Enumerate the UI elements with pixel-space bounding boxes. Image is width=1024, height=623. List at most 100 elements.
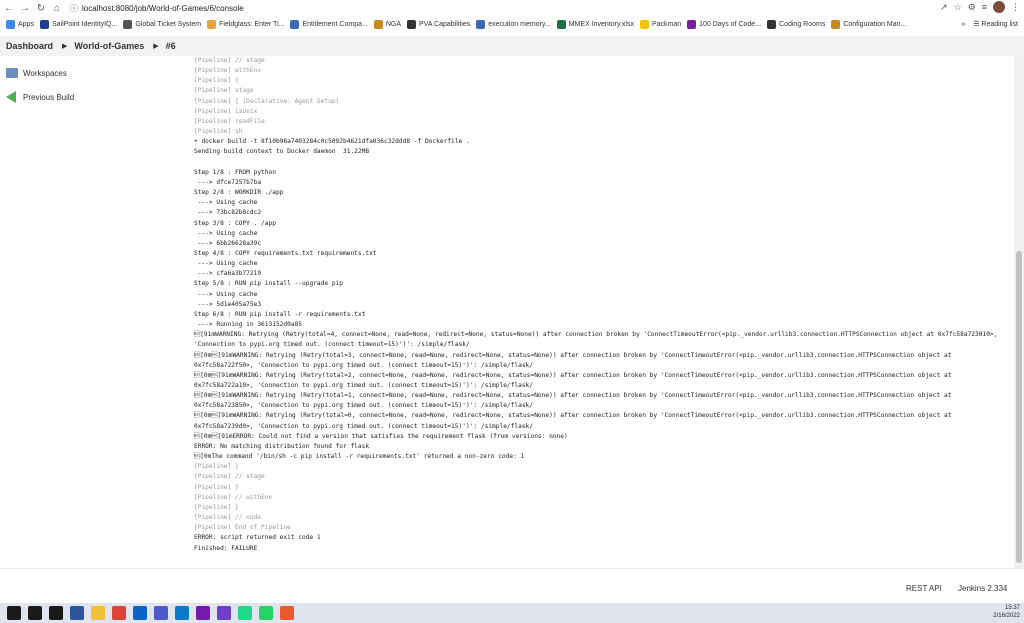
console-line: ---> Using cache — [194, 290, 258, 298]
bookmark-item[interactable]: Global Ticket System — [123, 19, 201, 29]
clock-date: 2/16/2022 — [993, 613, 1020, 619]
console-line[interactable]: [Pipeline] // stage — [194, 472, 1010, 482]
bookmark-label: MMEX Inventory.xlsx — [568, 20, 634, 28]
chrome-icon[interactable] — [112, 606, 126, 620]
bookmark-label: PVA Capabilities — [419, 20, 471, 28]
bookmark-favicon-icon — [556, 19, 566, 29]
console-line: ERROR: No matching distribution found fo… — [194, 442, 370, 450]
console-line: [0m[91mWARNING: Retrying (Retry(total=… — [194, 392, 952, 400]
bookmark-item[interactable]: Coding Rooms — [767, 19, 826, 29]
menu-icon[interactable]: ⋮ — [1011, 2, 1020, 13]
bookmark-item[interactable]: execution memory... — [476, 19, 551, 29]
github-icon[interactable] — [217, 606, 231, 620]
console-line[interactable]: [Pipeline] } — [194, 483, 1010, 493]
chevron-right-icon: ▶ — [153, 43, 159, 50]
address-bar[interactable]: ⓘ localhost:8080/job/World-of-Games/6/co… — [70, 1, 950, 15]
breadcrumb-job[interactable]: World-of-Games — [74, 41, 144, 51]
app-orange-icon[interactable] — [280, 606, 294, 620]
bookmark-item[interactable]: 100 Days of Code... — [687, 19, 761, 29]
star-icon[interactable]: ☆ — [954, 2, 962, 13]
console-line[interactable]: [Pipeline] // node — [194, 513, 1010, 523]
onenote-icon[interactable] — [196, 606, 210, 620]
bookmarks-more-button[interactable]: » — [961, 21, 965, 28]
taskbar-clock[interactable]: 15:37 2/16/2022 — [993, 604, 1020, 620]
info-icon[interactable]: ⓘ — [70, 3, 78, 14]
reading-list-button[interactable]: ☰ Reading list — [973, 20, 1018, 28]
file-explorer-icon[interactable] — [91, 606, 105, 620]
task-view-icon[interactable] — [49, 606, 63, 620]
bookmark-item[interactable]: Entitlement Compa... — [290, 19, 368, 29]
console-line: ---> 5d1e405a75e3 — [194, 300, 262, 308]
console-line: + docker build -t 8f10b98a7403284c0c5092… — [194, 138, 470, 146]
extensions-icon[interactable]: ⚙ — [968, 2, 976, 13]
console-line[interactable]: [Pipeline] readFile — [194, 117, 1010, 127]
console-output: [Pipeline] // stage [Pipeline] withEnv [Pi… — [194, 56, 1010, 568]
console-line: ---> cfa6a3b77219 — [194, 270, 262, 278]
console-line: [0m[91mWARNING: Retrying (Retry(total=… — [194, 351, 952, 359]
windows-start-icon[interactable] — [7, 606, 21, 620]
console-line: Step 3/8 : COPY . /app — [194, 219, 276, 227]
console-line: ERROR: script returned exit code 1 — [194, 534, 321, 542]
breadcrumb-build[interactable]: #6 — [166, 41, 176, 51]
console-line: Finished: FAILURE — [194, 544, 258, 552]
bookmark-item[interactable]: SailPoint IdentityIQ... — [39, 19, 117, 29]
console-line[interactable]: [Pipeline] { (Declarative: Agent Setup) — [194, 97, 1010, 107]
bookmark-item[interactable]: Fieldglass: Enter Ti... — [207, 19, 284, 29]
console-line[interactable]: [Pipeline] End of Pipeline — [194, 523, 1010, 533]
side-panel: Workspaces Previous Build — [0, 56, 180, 568]
browser-actions: ↗ ☆ ⚙ ≡ ⋮ — [940, 1, 1020, 13]
profile-avatar[interactable] — [993, 1, 1005, 13]
jenkins-version-link[interactable]: Jenkins 2.334 — [958, 584, 1007, 593]
console-line[interactable]: [Pipeline] } — [194, 503, 1010, 513]
windows-taskbar: 15:37 2/16/2022 — [0, 603, 1024, 623]
back-arrow-icon[interactable]: ← — [2, 1, 16, 15]
bookmark-item[interactable]: MMEX Inventory.xlsx — [556, 19, 634, 29]
rest-api-link[interactable]: REST API — [906, 584, 942, 593]
console-line[interactable]: [Pipeline] { — [194, 76, 1010, 86]
console-line[interactable]: [Pipeline] sh — [194, 127, 1010, 137]
bookmark-favicon-icon — [407, 19, 416, 29]
app-icon[interactable] — [70, 606, 84, 620]
bookmark-favicon-icon — [639, 19, 649, 29]
bookmark-favicon-icon — [373, 19, 383, 29]
console-line[interactable]: [Pipeline] // withEnv — [194, 493, 1010, 503]
bookmark-item[interactable]: NGA — [373, 19, 401, 29]
forward-arrow-icon[interactable]: → — [18, 1, 32, 15]
console-line[interactable]: [Pipeline] // stage — [194, 56, 1010, 66]
bookmark-item[interactable]: Configuration Man... — [831, 19, 906, 29]
console-line[interactable]: [Pipeline] isUnix — [194, 107, 1010, 117]
search-icon[interactable] — [28, 606, 42, 620]
outlook-icon[interactable] — [133, 606, 147, 620]
pycharm-icon[interactable] — [238, 606, 252, 620]
console-line[interactable]: [Pipeline] } — [194, 462, 1010, 472]
bookmark-favicon-icon — [687, 19, 697, 29]
scrollbar[interactable] — [1014, 56, 1024, 568]
bookmark-label: Coding Rooms — [779, 20, 826, 28]
home-icon[interactable]: ⌂ — [50, 1, 64, 15]
queue-icon[interactable]: ≡ — [982, 2, 987, 12]
console-line: ---> Running in 3613152d0a85 — [194, 321, 303, 329]
whatsapp-icon[interactable] — [259, 606, 273, 620]
console-line: [0m[91mWARNING: Retrying (Retry(total=… — [194, 412, 952, 420]
console-line: Step 1/8 : FROM python — [194, 168, 276, 176]
console-line: 0x7fc58a723850>, 'Connection to pypi.org… — [194, 402, 533, 410]
breadcrumb-dashboard[interactable]: Dashboard — [6, 41, 53, 51]
console-line: [91mWARNING: Retrying (Retry(total=4, c… — [194, 331, 998, 339]
console-line: ---> Using cache — [194, 229, 258, 237]
sidebar-item-previous-build[interactable]: Previous Build — [6, 91, 74, 103]
bookmark-item[interactable]: PVA Capabilities — [407, 19, 471, 29]
bookmark-item[interactable]: Packman — [639, 19, 681, 29]
bookmark-item[interactable]: Apps — [6, 19, 34, 29]
console-line: Step 6/8 : RUN pip install -r requiremen… — [194, 310, 366, 318]
share-icon[interactable]: ↗ — [940, 2, 948, 13]
bookmark-favicon-icon — [123, 19, 133, 29]
sidebar-item-workspaces[interactable]: Workspaces — [6, 68, 67, 78]
console-line[interactable]: [Pipeline] withEnv — [194, 66, 1010, 76]
vscode-icon[interactable] — [175, 606, 189, 620]
reload-icon[interactable]: ↻ — [34, 1, 48, 15]
teams-icon[interactable] — [154, 606, 168, 620]
scrollbar-thumb[interactable] — [1016, 251, 1022, 563]
bookmarks-bar: Apps SailPoint IdentityIQ... Global Ticket… — [0, 16, 1024, 32]
console-line[interactable]: [Pipeline] stage — [194, 86, 1010, 96]
